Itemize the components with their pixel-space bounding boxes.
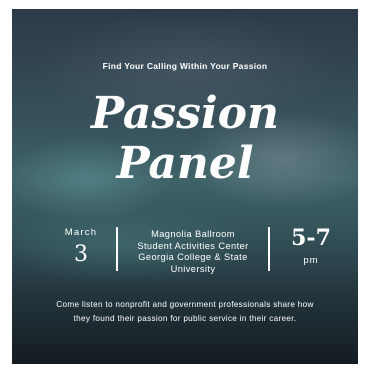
event-flyer: Find Your Calling Within Your Passion Pa… — [12, 9, 358, 364]
divider-left — [116, 227, 118, 271]
tagline: Find Your Calling Within Your Passion — [102, 61, 268, 71]
event-title-line-2: Panel — [116, 138, 254, 189]
description-line-1: Come listen to nonprofit and government … — [56, 300, 314, 309]
venue-line-4: University — [170, 263, 216, 274]
venue-line-2: Student Activities Center — [137, 240, 249, 251]
divider-right — [268, 227, 270, 271]
event-day: 3 — [74, 242, 88, 267]
event-description: Come listen to nonprofit and government … — [26, 298, 344, 326]
event-time-range: 5-7 — [291, 225, 331, 251]
event-date: March 3 — [48, 227, 114, 267]
event-title-line-1: Passion — [90, 88, 279, 139]
event-time-period: pm — [303, 255, 319, 266]
venue-line-3: Georgia College & State — [138, 252, 248, 262]
event-venue: Magnolia Ballroom Student Activities Cen… — [120, 229, 266, 275]
description-line-2: they found their passion for public serv… — [73, 314, 297, 323]
event-time: 5-7 pm — [274, 225, 348, 266]
venue-line-1: Magnolia Ballroom — [151, 229, 235, 239]
event-month: March — [64, 227, 98, 238]
